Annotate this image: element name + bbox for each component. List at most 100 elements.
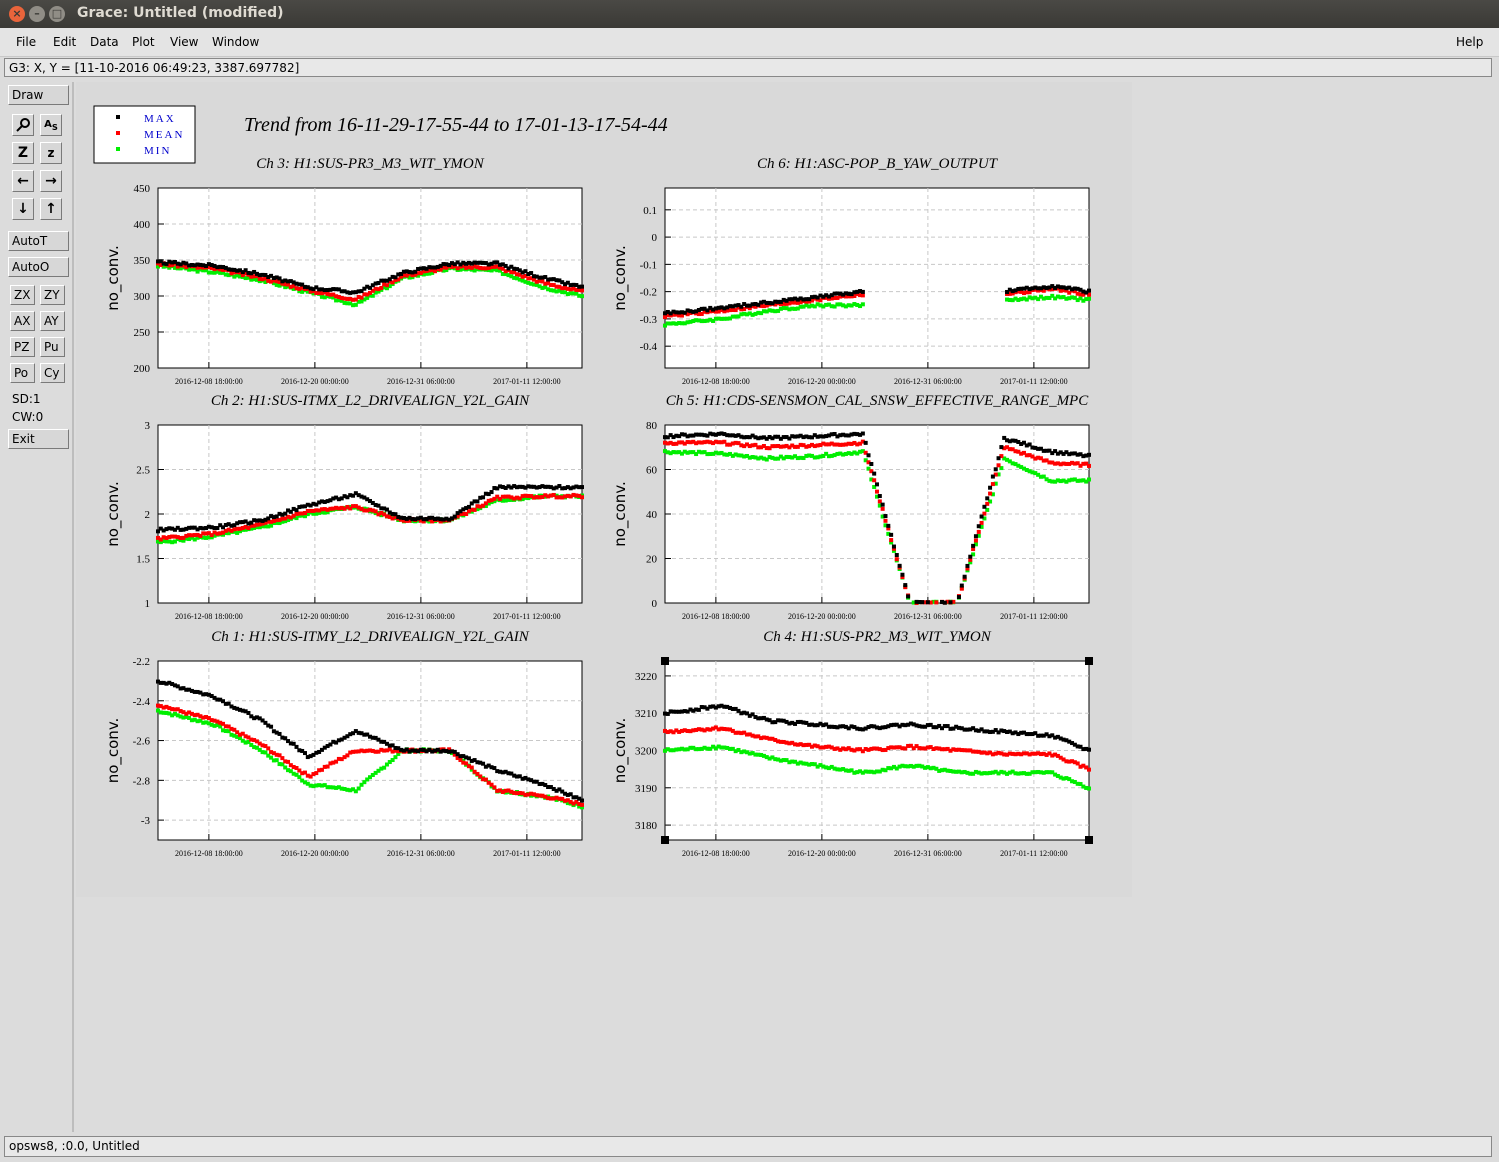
cw-label: CW:0 [12,410,44,424]
y-tick-label: 60 [646,465,658,477]
draw-button[interactable]: Draw [8,85,69,105]
data-point [990,482,995,487]
zoom-in-z-icon[interactable]: Z [12,142,34,164]
x-tick-label: 2016-12-08 18:00:00 [682,849,750,858]
ay-button[interactable]: AY [40,311,65,331]
selection-handle[interactable] [1085,657,1093,665]
selection-handle[interactable] [661,836,669,844]
data-point [897,563,902,568]
plot-area-svg[interactable]: MAX MEAN MIN Trend from 16-11-29-17-55-4… [76,82,1132,897]
text-scale-icon[interactable]: AS [40,114,62,136]
y-tick-label: -0.3 [640,314,658,326]
zoom-icon[interactable] [12,114,34,136]
x-tick-label: 2017-01-11 12:00:00 [493,849,560,858]
ax-button[interactable]: AX [10,311,35,331]
y-tick-label: -2.2 [133,656,150,668]
y-tick-label: 80 [646,420,658,432]
data-point [872,471,877,476]
data-point [466,504,471,509]
maximize-window-button[interactable]: □ [49,6,65,22]
graph-3[interactable]: 3 2.5 2 1.5 1 2016-12-08 18:00:00 2016-12-20 0… [104,393,584,621]
y-tick-label: 3190 [635,783,658,795]
graph-4[interactable]: 80 60 40 20 0 2016-12-08 18:00:00 2016-12-20 0… [611,393,1091,621]
y-tick-label: -0.1 [640,259,657,271]
data-point [877,494,882,499]
arrow-up-icon[interactable]: ↑ [40,198,62,220]
menu-window[interactable]: Window [212,35,259,49]
data-point [1087,786,1091,791]
y-tick-label: 450 [134,183,151,195]
y-axis-label: no_conv. [611,718,630,784]
menu-data[interactable]: Data [90,35,119,49]
x-tick-label: 2016-12-08 18:00:00 [175,849,243,858]
po-button[interactable]: Po [10,363,35,383]
minimize-window-button[interactable]: – [29,6,45,22]
data-point [965,563,970,568]
selection-handle[interactable] [661,657,669,665]
zy-button[interactable]: ZY [40,285,65,305]
x-tick-label: 2016-12-08 18:00:00 [175,612,243,621]
pu-button[interactable]: Pu [40,337,65,357]
legend-label-mean: MEAN [144,129,184,141]
x-tick-label: 2016-12-20 00:00:00 [281,849,349,858]
menu-help[interactable]: Help [1456,35,1483,49]
graph-title: Ch 1: H1:SUS-ITMY_L2_DRIVEALIGN_Y2L_GAIN [211,629,530,645]
y-tick-label: 400 [134,219,151,231]
arrow-down-icon[interactable]: ↓ [12,198,34,220]
graph-title: Ch 3: H1:SUS-PR3_M3_WIT_YMON [256,156,484,172]
exit-button[interactable]: Exit [8,429,69,449]
autoo-button[interactable]: AutoO [8,257,69,277]
arrow-right-icon[interactable]: → [40,170,62,192]
sd-label: SD:1 [12,392,41,406]
y-tick-label: 3220 [635,671,658,683]
data-point [982,504,987,509]
arrow-left-icon[interactable]: ← [12,170,34,192]
y-tick-label: 1.5 [136,554,150,566]
legend-marker-min [116,147,120,151]
data-point [894,557,899,562]
pz-button[interactable]: PZ [10,337,35,357]
zx-button[interactable]: ZX [10,285,35,305]
data-point [891,544,896,549]
menu-view[interactable]: View [170,35,198,49]
menu-file[interactable]: File [16,35,36,49]
y-tick-label: 200 [134,363,151,375]
y-tick-label: 3 [145,420,151,432]
data-point [875,489,879,494]
data-point [489,490,494,495]
graph-5[interactable]: -2.2 -2.4 -2.6 -2.8 -3 2016-12-08 18:00:00 201… [104,629,584,858]
legend-marker-max [116,115,120,119]
zoom-out-z-icon[interactable]: z [40,142,62,164]
data-point [266,746,271,751]
data-point [481,495,486,500]
data-point [469,765,474,770]
data-point [869,461,874,466]
data-point [988,485,993,490]
graph-canvas[interactable]: MAX MEAN MIN Trend from 16-11-29-17-55-4… [76,82,1132,897]
legend-label-max: MAX [144,113,176,125]
data-point [889,532,894,537]
y-axis-label: no_conv. [104,718,123,784]
data-point [866,453,871,458]
window-titlebar: × – □ Grace: Untitled (modified) [0,0,1499,28]
data-point [274,758,279,763]
y-tick-label: -2.4 [133,696,151,708]
autot-button[interactable]: AutoT [8,231,69,251]
menu-plot[interactable]: Plot [132,35,155,49]
cy-button[interactable]: Cy [40,363,65,383]
y-axis-label: no_conv. [104,245,123,311]
x-tick-label: 2016-12-20 00:00:00 [788,377,856,386]
y-tick-label: 40 [646,509,658,521]
close-window-button[interactable]: × [9,6,25,22]
graph-1[interactable]: 450 400 350 300 250 200 2016-12-08 18:00:00 201… [104,156,584,386]
x-tick-label: 2017-01-11 12:00:00 [1000,849,1067,858]
menu-edit[interactable]: Edit [53,35,76,49]
data-point [968,554,973,559]
data-point [880,506,885,511]
graph-2[interactable]: 0.1 0 -0.1 -0.2 -0.3 -0.4 2016-12-08 18:00:00 2… [611,156,1091,386]
selection-handle[interactable] [1085,836,1093,844]
graph-6[interactable]: 3220 3210 3200 3190 3180 2016-12-08 18:00:00 2… [611,629,1093,858]
data-point [472,507,477,512]
status-bar: opsws8, :0.0, Untitled [4,1136,1492,1157]
x-tick-label: 2017-01-11 12:00:00 [493,377,560,386]
